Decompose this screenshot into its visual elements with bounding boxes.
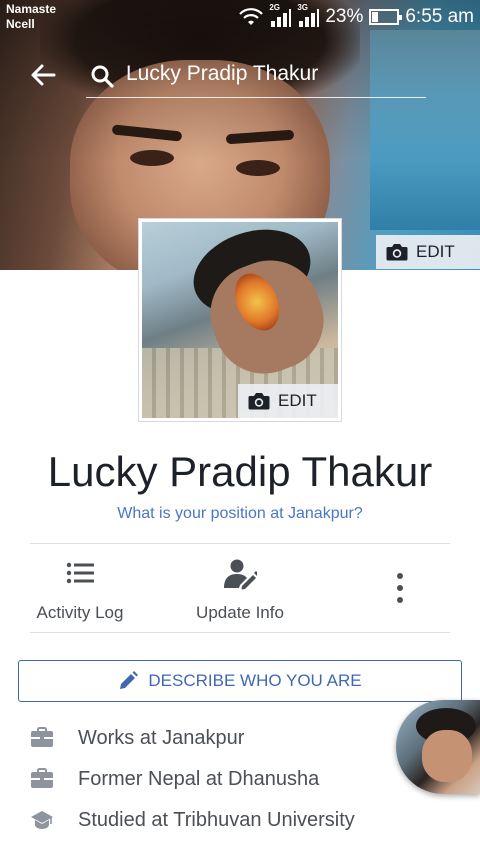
clock: 6:55 am xyxy=(405,6,474,27)
briefcase-icon xyxy=(31,727,53,747)
signal-3g-label: 3G xyxy=(297,3,308,12)
signal-2g-icon: 2G xyxy=(269,3,292,27)
chat-head-avatar[interactable] xyxy=(396,700,480,794)
intro-item-partial xyxy=(30,846,450,854)
position-prompt-link[interactable]: What is your position at Janakpur? xyxy=(0,505,480,523)
intro-text: Works at Janakpur xyxy=(78,726,245,749)
list-icon xyxy=(66,562,94,584)
briefcase-icon xyxy=(31,768,53,788)
edit-cover-label: EDIT xyxy=(416,242,455,261)
wifi-icon xyxy=(239,8,264,25)
profile-picture[interactable]: EDIT xyxy=(138,218,342,422)
status-indicators: 2G 3G 23% 6:55 am xyxy=(239,3,474,28)
edit-cover-button[interactable]: EDIT xyxy=(376,235,480,269)
carrier-info: Namaste Ncell xyxy=(6,2,56,32)
intro-item-work[interactable]: Works at Janakpur xyxy=(30,726,244,750)
partial-row-glyphs xyxy=(30,849,450,854)
signal-3g-icon: 3G xyxy=(297,3,320,27)
network-name: Ncell xyxy=(6,17,35,31)
describe-button-label: DESCRIBE WHO YOU ARE xyxy=(148,671,362,690)
search-icon xyxy=(91,65,114,88)
status-bar: Namaste Ncell 2G 3G 23% 6:55 am xyxy=(0,0,480,38)
update-info-button[interactable]: Update Info xyxy=(185,556,295,623)
intro-item-former-work[interactable]: Former Nepal at Dhanusha xyxy=(30,767,319,791)
activity-log-button[interactable]: Activity Log xyxy=(30,556,130,623)
battery-icon xyxy=(369,9,403,25)
intro-item-education[interactable]: Studied at Tribhuvan University xyxy=(30,808,355,832)
battery-level xyxy=(372,12,379,22)
profile-name: Lucky Pradip Thakur xyxy=(47,448,433,495)
camera-icon xyxy=(248,393,270,410)
intro-text: Former Nepal at Dhanusha xyxy=(78,767,320,790)
graduation-cap-icon xyxy=(31,811,53,829)
carrier-name: Namaste xyxy=(6,2,57,16)
back-arrow-icon[interactable] xyxy=(28,60,58,90)
edit-person-icon xyxy=(224,559,259,590)
edit-profile-picture-button[interactable]: EDIT xyxy=(238,384,338,418)
more-options-icon[interactable] xyxy=(384,570,416,606)
divider xyxy=(30,543,450,544)
divider xyxy=(30,632,450,633)
chat-head-face xyxy=(422,730,472,782)
edit-profile-picture-label: EDIT xyxy=(278,391,317,410)
pencil-icon xyxy=(120,671,139,689)
describe-who-you-are-button[interactable]: DESCRIBE WHO YOU ARE xyxy=(18,660,462,702)
avatar: EDIT xyxy=(142,222,338,418)
activity-log-label: Activity Log xyxy=(36,603,124,622)
search-query: Lucky Pradip Thakur xyxy=(126,62,319,85)
camera-icon xyxy=(386,244,408,261)
intro-text: Studied at Tribhuvan University xyxy=(78,808,355,831)
battery-percent: 23% xyxy=(325,6,364,27)
signal-2g-label: 2G xyxy=(269,3,280,12)
update-info-label: Update Info xyxy=(196,603,284,622)
search-input[interactable]: Lucky Pradip Thakur xyxy=(86,56,426,98)
